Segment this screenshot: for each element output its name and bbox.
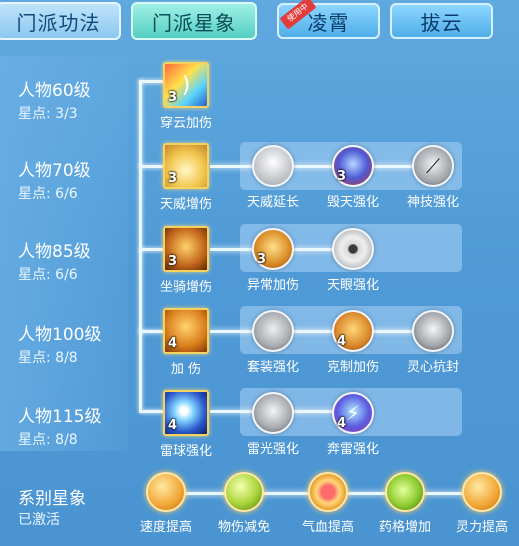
skill-chuanyun[interactable]: ) 3 穿云加伤 [153, 62, 219, 131]
wind-swirl-icon: ) 3 [163, 62, 209, 108]
skill-tianyan[interactable]: 天眼强化 [322, 228, 384, 293]
skill-count: 4 [168, 418, 178, 433]
skill-label: 克制加伤 [326, 360, 379, 375]
tree-trunk [139, 80, 142, 410]
skill-count: 3 [168, 171, 178, 186]
skill-zuoqi[interactable]: 3 坐骑增伤 [153, 226, 219, 295]
buff-hp[interactable]: 气血提高 [296, 472, 360, 535]
buff-physical-reduce[interactable]: 物伤减免 [212, 472, 276, 535]
buff-label: 速度提高 [139, 520, 192, 535]
tab-menpai-gongfa[interactable]: 门派功法 [0, 2, 121, 40]
spirit-figure-icon [412, 310, 454, 352]
skill-kezhi[interactable]: 4 克制加伤 [322, 310, 384, 375]
skill-label: 坐骑增伤 [159, 280, 212, 295]
level-stars: 星点: 8/8 [18, 350, 78, 366]
skill-label: 异常加伤 [246, 278, 299, 293]
heavenly-light-icon: 3 [163, 143, 209, 189]
thunder-orb-icon: 4 [163, 390, 209, 436]
skill-label: 神技强化 [406, 195, 459, 210]
buff-label: 气血提高 [301, 520, 354, 535]
skill-label: 天威增伤 [159, 197, 212, 212]
buff-spirit[interactable]: 灵力提高 [450, 472, 514, 535]
level-title: 人物100级 [18, 325, 102, 345]
lightning-bolt-icon: ⚡ 4 [332, 392, 374, 434]
level-title: 人物60级 [18, 81, 91, 101]
buff-speed[interactable]: 速度提高 [134, 472, 198, 535]
skill-benlei[interactable]: ⚡ 4 奔雷强化 [322, 392, 384, 457]
school-star-status: 已激活 [18, 512, 60, 528]
skill-taozhuang[interactable]: 套装强化 [242, 310, 304, 375]
blade-glyph: ⟋ [426, 154, 440, 178]
level-title: 人物70级 [18, 161, 91, 181]
school-star-title: 系别星象 [18, 489, 86, 509]
skill-lingxin[interactable]: 灵心抗封 [402, 310, 464, 375]
buff-label: 灵力提高 [455, 520, 508, 535]
tab-bayun[interactable]: 拔云 [390, 3, 493, 39]
level-title: 人物115级 [18, 407, 102, 427]
skill-count: 4 [337, 416, 347, 431]
level-title: 人物85级 [18, 242, 91, 262]
skill-count: 4 [337, 334, 347, 349]
skill-label: 天威延长 [246, 195, 299, 210]
level-stars: 星点: 8/8 [18, 432, 78, 448]
level-stars: 星点: 3/3 [18, 106, 78, 122]
skill-count: 3 [337, 169, 347, 184]
skill-count: 3 [168, 90, 178, 105]
skill-label: 加 伤 [170, 362, 202, 377]
eye-icon [332, 228, 374, 270]
skill-count: 4 [168, 336, 178, 351]
skill-label: 灵心抗封 [406, 360, 459, 375]
skill-huitian[interactable]: 3 毁天强化 [322, 145, 384, 210]
spirit-hand-icon [462, 472, 502, 512]
armor-figure-icon [252, 310, 294, 352]
skill-yichang[interactable]: 3 异常加伤 [242, 228, 304, 293]
beast-mount-icon: 3 [163, 226, 209, 272]
skill-label: 毁天强化 [326, 195, 379, 210]
skill-label: 雷球强化 [159, 444, 212, 459]
sword-strike-icon: 4 [332, 310, 374, 352]
buff-medicine[interactable]: 药格增加 [373, 472, 437, 535]
skill-leiguang[interactable]: 雷光强化 [242, 392, 304, 457]
herb-icon [385, 472, 425, 512]
skill-leiqiu[interactable]: 4 雷球强化 [153, 390, 219, 459]
skill-count: 3 [257, 252, 267, 267]
tab-menpai-xingxiang[interactable]: 门派星象 [131, 2, 257, 40]
shield-figure-icon [224, 472, 264, 512]
skill-shenji[interactable]: ⟋ 神技强化 [402, 145, 464, 210]
level-stars: 星点: 6/6 [18, 186, 78, 202]
buff-label: 药格增加 [378, 520, 431, 535]
thunder-warrior-icon [252, 392, 294, 434]
blade-icon: ⟋ [412, 145, 454, 187]
buff-label: 物伤减免 [217, 520, 270, 535]
fist-strike-icon: 3 [252, 228, 294, 270]
skill-tianwei[interactable]: 3 天威增伤 [153, 143, 219, 212]
skill-label: 套装强化 [246, 360, 299, 375]
level-stars: 星点: 6/6 [18, 267, 78, 283]
skill-tianwei-yanchang[interactable]: 天威延长 [242, 145, 304, 210]
cloud-light-icon [252, 145, 294, 187]
skill-label: 雷光强化 [246, 442, 299, 457]
warrior-icon: 4 [163, 308, 209, 354]
lightning-fire-icon: 3 [332, 145, 374, 187]
skill-jiashang[interactable]: 4 加 伤 [153, 308, 219, 377]
skill-label: 穿云加伤 [159, 116, 212, 131]
skill-label: 天眼强化 [326, 278, 379, 293]
skill-label: 奔雷强化 [326, 442, 379, 457]
heart-icon [308, 472, 348, 512]
skill-count: 3 [168, 254, 178, 269]
speed-fist-icon [146, 472, 186, 512]
